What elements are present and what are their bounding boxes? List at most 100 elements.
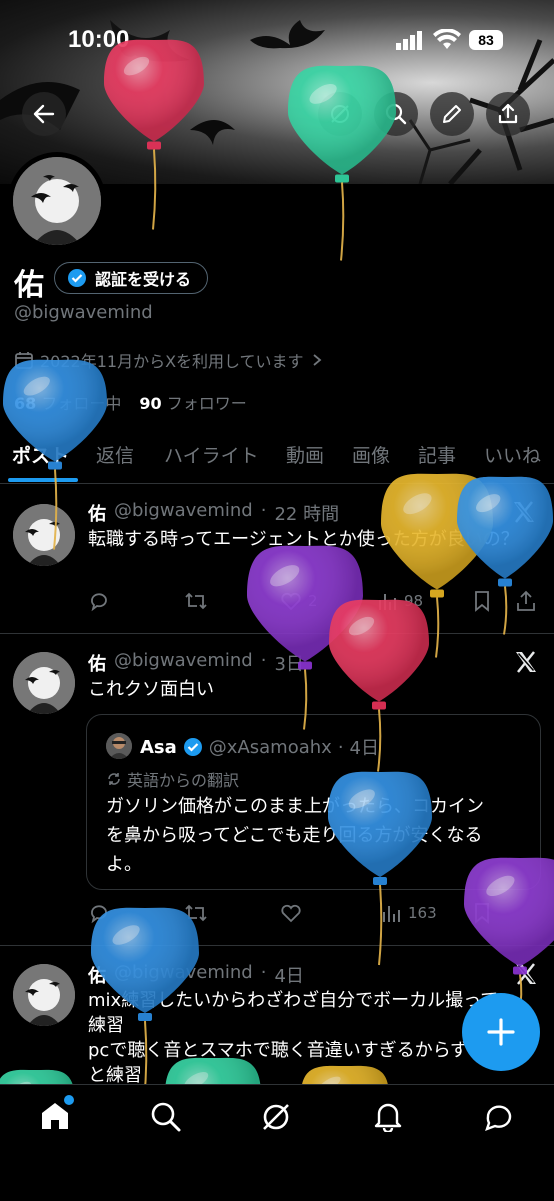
bookmark-button[interactable]	[472, 590, 492, 612]
quote-text-line: よ。	[106, 854, 142, 875]
following-label: フォロー中	[41, 394, 122, 413]
tab-articles[interactable]: 記事	[418, 441, 456, 468]
post-header: 佑 @bigwavemind · 3日	[88, 650, 304, 676]
share-button[interactable]	[486, 92, 530, 136]
notification-dot	[64, 1095, 74, 1105]
get-verified-label: 認証を受ける	[95, 270, 192, 289]
arrow-left-icon	[33, 104, 55, 124]
avatar-image	[13, 652, 75, 714]
grok-icon	[263, 1104, 289, 1130]
translate-icon	[108, 773, 120, 785]
search-button[interactable]	[374, 92, 418, 136]
nav-messages[interactable]	[482, 1100, 516, 1138]
plus-icon	[487, 1018, 515, 1046]
search-icon	[151, 1102, 181, 1132]
share-icon	[517, 590, 535, 611]
post-author-name: 佑	[88, 654, 106, 675]
quote-time: 4日	[349, 738, 379, 759]
like-button[interactable]: 2	[280, 590, 318, 612]
calendar-icon	[15, 352, 33, 369]
nav-home[interactable]	[38, 1095, 74, 1137]
battery-indicator: 83	[469, 30, 503, 50]
profile-avatar[interactable]	[13, 157, 101, 245]
post-header: 佑 @bigwavemind · 22 時間	[88, 500, 339, 526]
views-button[interactable]: 163	[380, 902, 437, 924]
heart-icon	[281, 904, 301, 923]
views-count: 98	[404, 592, 424, 610]
post-time: 4日	[274, 966, 304, 987]
repost-icon	[185, 904, 207, 922]
post-author-handle: @bigwavemind	[114, 962, 253, 983]
post-header: 佑 @bigwavemind · 4日	[88, 962, 304, 988]
get-verified-button[interactable]: 認証を受ける	[54, 262, 209, 294]
bookmark-button[interactable]	[472, 902, 492, 924]
x-logo-icon	[512, 500, 536, 528]
bell-icon	[374, 1103, 402, 1134]
following-count: 68	[14, 394, 37, 413]
repost-button[interactable]	[184, 590, 208, 612]
avatar-image	[13, 964, 75, 1026]
like-button[interactable]	[280, 902, 302, 924]
reply-icon	[91, 905, 107, 924]
post-time: 22 時間	[274, 504, 340, 525]
tab-posts[interactable]: ポスト	[12, 441, 69, 468]
views-button[interactable]: 98	[376, 590, 423, 612]
tab-highlights[interactable]: ハイライト	[164, 441, 259, 468]
nav-grok[interactable]	[260, 1101, 292, 1137]
avatar-image	[13, 504, 75, 566]
nav-search[interactable]	[150, 1101, 182, 1137]
follow-stats: 68 フォロー中 90 フォロワー	[14, 390, 247, 414]
tab-photos[interactable]: 画像	[352, 441, 390, 468]
joined-date: 2022年11月からXを利用しています	[40, 352, 304, 371]
reply-button[interactable]	[88, 590, 110, 612]
quote-text: ガソリン価格がこのまま上がったら、コカイン を鼻から吸ってどこでも走り回る方が安…	[106, 792, 484, 879]
followers-link[interactable]: 90 フォロワー	[139, 390, 246, 414]
post-time: 3日	[274, 654, 304, 675]
post-author-name: 佑	[88, 966, 106, 987]
share-icon	[498, 103, 518, 124]
edit-button[interactable]	[430, 92, 474, 136]
tab-replies[interactable]: 返信	[96, 441, 134, 468]
post-dot: ·	[337, 736, 344, 758]
tab-likes[interactable]: いいね	[484, 441, 541, 468]
quote-avatar	[106, 733, 132, 759]
grok-button[interactable]	[318, 92, 362, 136]
followers-label: フォロワー	[166, 394, 247, 413]
post-author-handle: @bigwavemind	[114, 500, 253, 521]
joined-date-row[interactable]: 2022年11月からXを利用しています	[14, 348, 324, 372]
bookmark-icon	[475, 903, 489, 924]
post-avatar[interactable]	[13, 652, 75, 714]
quote-text-line: ガソリン価格がこのまま上がったら、コカイン	[106, 796, 484, 817]
verified-badge-icon	[68, 269, 86, 287]
quote-text-line: を鼻から吸ってどこでも走り回る方が安くなる	[106, 825, 483, 846]
share-post-button[interactable]	[515, 590, 537, 612]
profile-handle: @bigwavemind	[14, 302, 153, 323]
profile-tabs: ポスト 返信 ハイライト 動画 画像 記事 いいね	[12, 441, 554, 481]
compose-button[interactable]	[462, 993, 540, 1071]
post-text: これクソ面白い	[88, 679, 214, 700]
post-dot: ·	[260, 500, 267, 521]
following-link[interactable]: 68 フォロー中	[14, 390, 121, 414]
bottom-navigation	[0, 1084, 554, 1201]
post-avatar[interactable]	[13, 504, 75, 566]
search-icon	[385, 103, 407, 125]
views-icon	[379, 594, 396, 610]
pencil-icon	[443, 105, 461, 123]
followers-count: 90	[139, 394, 162, 413]
post-avatar[interactable]	[13, 964, 75, 1026]
back-button[interactable]	[22, 92, 66, 136]
active-tab-indicator	[8, 478, 78, 482]
signal-icon	[396, 30, 424, 54]
nav-notifications[interactable]	[372, 1100, 404, 1136]
post-dot: ·	[260, 650, 267, 671]
chevron-right-icon	[312, 354, 321, 366]
tab-videos[interactable]: 動画	[286, 441, 324, 468]
reply-icon	[91, 593, 107, 612]
post-author-handle: @bigwavemind	[114, 650, 253, 671]
post-divider	[0, 945, 554, 946]
repost-button[interactable]	[184, 902, 208, 924]
reply-button[interactable]	[88, 902, 110, 924]
views-count: 163	[408, 904, 437, 922]
post-author-name: 佑	[88, 504, 106, 525]
quote-header: Asa @xAsamoahx · 4日	[140, 734, 379, 760]
